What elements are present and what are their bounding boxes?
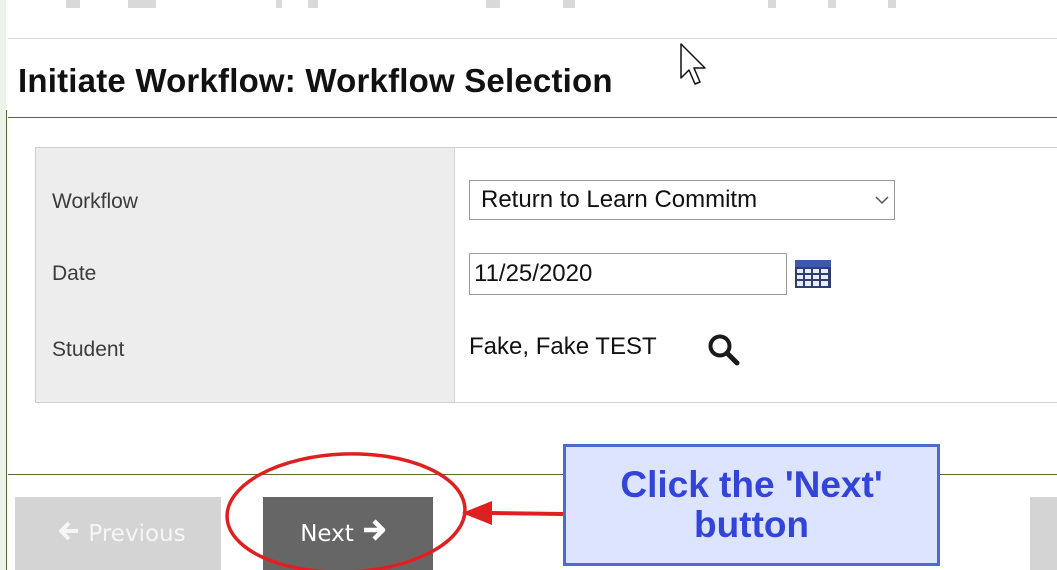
- mouse-pointer-icon: [680, 43, 706, 85]
- chevron-down-icon: [870, 192, 894, 209]
- student-value: Fake, Fake TEST: [469, 333, 657, 360]
- title-divider: [8, 117, 1057, 118]
- workflow-select[interactable]: Return to Learn Commitm: [469, 180, 895, 220]
- workflow-selection-form: Workflow Date Student Return to Learn Co…: [35, 147, 1057, 403]
- previous-button-label: Previous: [88, 520, 186, 547]
- toolbar-fragment: [563, 0, 575, 8]
- previous-button[interactable]: Previous: [15, 497, 221, 570]
- workflow-select-value: Return to Learn Commitm: [481, 186, 758, 213]
- student-label: Student: [52, 338, 125, 361]
- instruction-callout: Click the 'Next' button: [563, 444, 940, 566]
- next-button[interactable]: Next: [263, 497, 433, 570]
- next-button-label: Next: [300, 520, 354, 547]
- cropped-button-edge: [1030, 497, 1057, 570]
- annotation-arrow-shaft: [489, 511, 564, 516]
- toolbar-fragment: [128, 0, 156, 8]
- toolbar-fragment: [768, 0, 776, 8]
- calendar-icon[interactable]: [794, 259, 832, 289]
- toolbar-fragment: [66, 0, 80, 8]
- toolbar-fragment: [888, 0, 896, 8]
- toolbar-fragment: [828, 0, 836, 8]
- date-label: Date: [52, 262, 97, 285]
- browser-toolbar-cropped: [8, 0, 1057, 39]
- toolbar-fragment: [308, 0, 318, 8]
- annotation-arrow-head: [462, 501, 492, 525]
- callout-line-2: button: [693, 504, 810, 545]
- callout-line-1: Click the 'Next': [620, 464, 883, 506]
- window-left-edge: [0, 0, 7, 570]
- arrow-right-icon: [362, 518, 388, 549]
- form-label-column: Workflow Date Student: [36, 148, 455, 402]
- toolbar-fragment: [276, 0, 282, 8]
- arrow-left-icon: [58, 519, 80, 549]
- page-title: Initiate Workflow: Workflow Selection: [18, 62, 613, 99]
- workflow-label: Workflow: [52, 190, 138, 213]
- toolbar-fragment: [486, 0, 500, 8]
- search-icon[interactable]: [707, 334, 743, 366]
- date-field[interactable]: [469, 253, 787, 295]
